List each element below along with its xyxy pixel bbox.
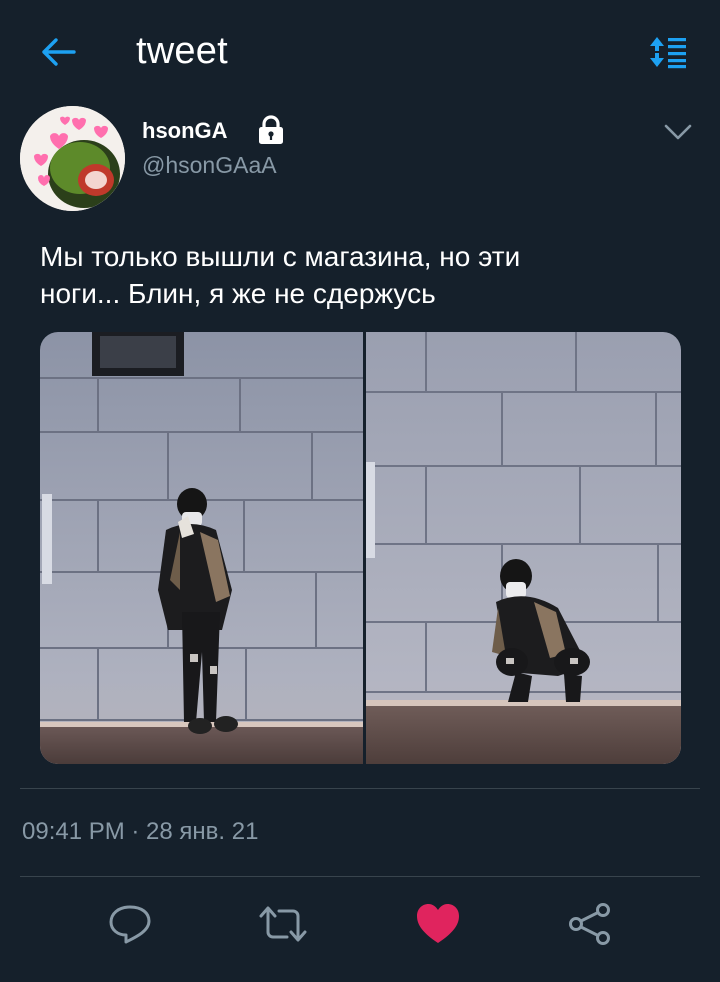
tweet-author: hsonGA @hsonGAaA xyxy=(20,106,700,216)
tweet-text-line: Мы только вышли с магазина, но эти xyxy=(40,241,521,272)
avatar-image xyxy=(20,106,125,211)
tweet-media xyxy=(40,332,681,764)
chevron-down-icon xyxy=(664,124,692,140)
divider xyxy=(20,788,700,789)
like-button[interactable] xyxy=(410,898,466,950)
retweet-button[interactable] xyxy=(255,898,311,950)
lock-icon xyxy=(259,115,283,144)
like-icon xyxy=(417,904,459,943)
display-name[interactable]: hsonGA xyxy=(142,118,228,144)
back-button[interactable] xyxy=(36,30,80,74)
media-photo[interactable] xyxy=(366,332,681,764)
sort-toggle-button[interactable] xyxy=(646,32,690,72)
reply-button[interactable] xyxy=(102,898,158,950)
sort-toggle-icon xyxy=(650,37,686,69)
photo-standing xyxy=(40,332,363,764)
photo-squatting xyxy=(366,332,681,764)
tweet-text: Мы только вышли с магазина, но эти ноги.… xyxy=(40,238,680,312)
reply-icon xyxy=(109,905,151,944)
tweet-timestamp: 09:41 PM · 28 янв. 21 xyxy=(22,818,259,845)
tweet-text-line: ноги... Блин, я же не сдержусь xyxy=(40,278,436,309)
user-handle[interactable]: @hsonGAaA xyxy=(142,152,277,179)
share-icon xyxy=(569,903,610,945)
avatar[interactable] xyxy=(20,106,125,211)
media-photo[interactable] xyxy=(40,332,363,764)
page-title: tweet xyxy=(136,30,228,72)
tweet-actions xyxy=(0,890,720,960)
share-button[interactable] xyxy=(562,898,618,950)
top-bar: tweet xyxy=(0,0,720,106)
divider xyxy=(20,876,700,877)
arrow-left-icon xyxy=(42,38,76,66)
retweet-icon xyxy=(259,906,307,942)
more-options-button[interactable] xyxy=(660,118,696,146)
